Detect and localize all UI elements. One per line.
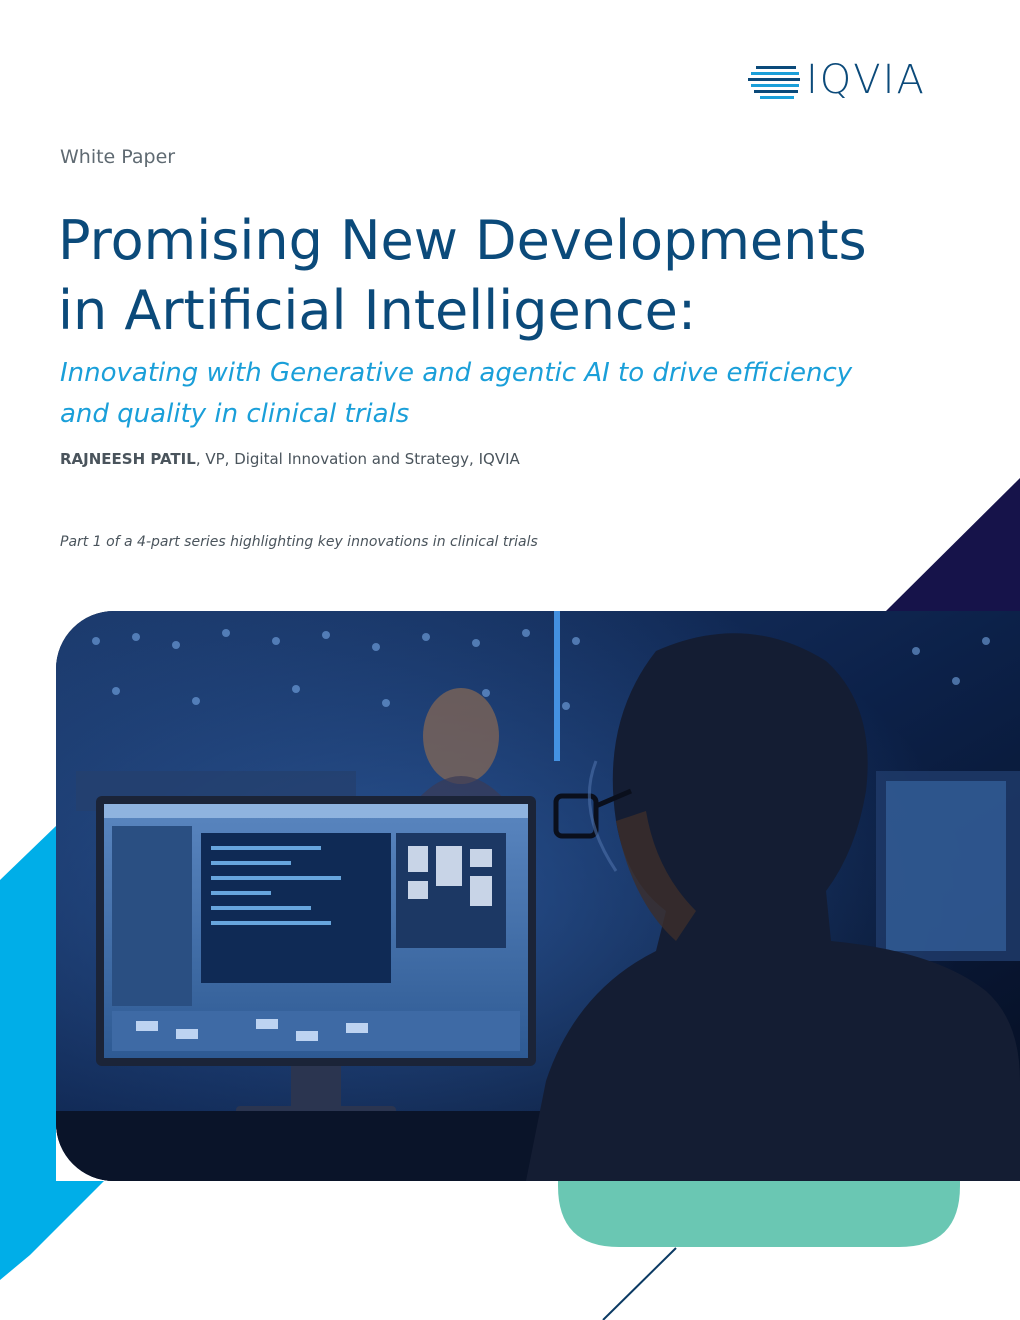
page-title: Promising New Developments in Artificial…	[58, 206, 958, 346]
author-role: , VP, Digital Innovation and Strategy, I…	[195, 450, 520, 468]
logo-stripes-icon	[748, 66, 800, 99]
hero-photo	[56, 611, 1020, 1181]
subtitle-line-1: Innovating with Generative and agentic A…	[60, 358, 853, 388]
title-line-1: Promising New Developments	[58, 209, 867, 272]
title-line-2: in Artificial Intelligence:	[58, 279, 697, 342]
logo-wordmark: IQVIA	[806, 58, 926, 102]
navy-diagonal-line	[602, 1247, 677, 1320]
iqvia-logo: IQVIA	[748, 58, 962, 102]
document-type: White Paper	[60, 146, 176, 168]
teal-shape	[558, 1181, 960, 1247]
logo-text: IQVIA	[806, 57, 926, 103]
author-name: RAJNEESH PATIL	[60, 450, 196, 468]
dark-navy-triangle	[886, 478, 1020, 611]
series-note: Part 1 of a 4-part series highlighting k…	[60, 534, 538, 550]
photo-man-at-computer-icon	[56, 611, 1020, 1181]
author-byline: RAJNEESH PATIL, VP, Digital Innovation a…	[60, 450, 520, 468]
subtitle-line-2: and quality in clinical trials	[60, 399, 410, 429]
page-subtitle: Innovating with Generative and agentic A…	[60, 353, 940, 435]
